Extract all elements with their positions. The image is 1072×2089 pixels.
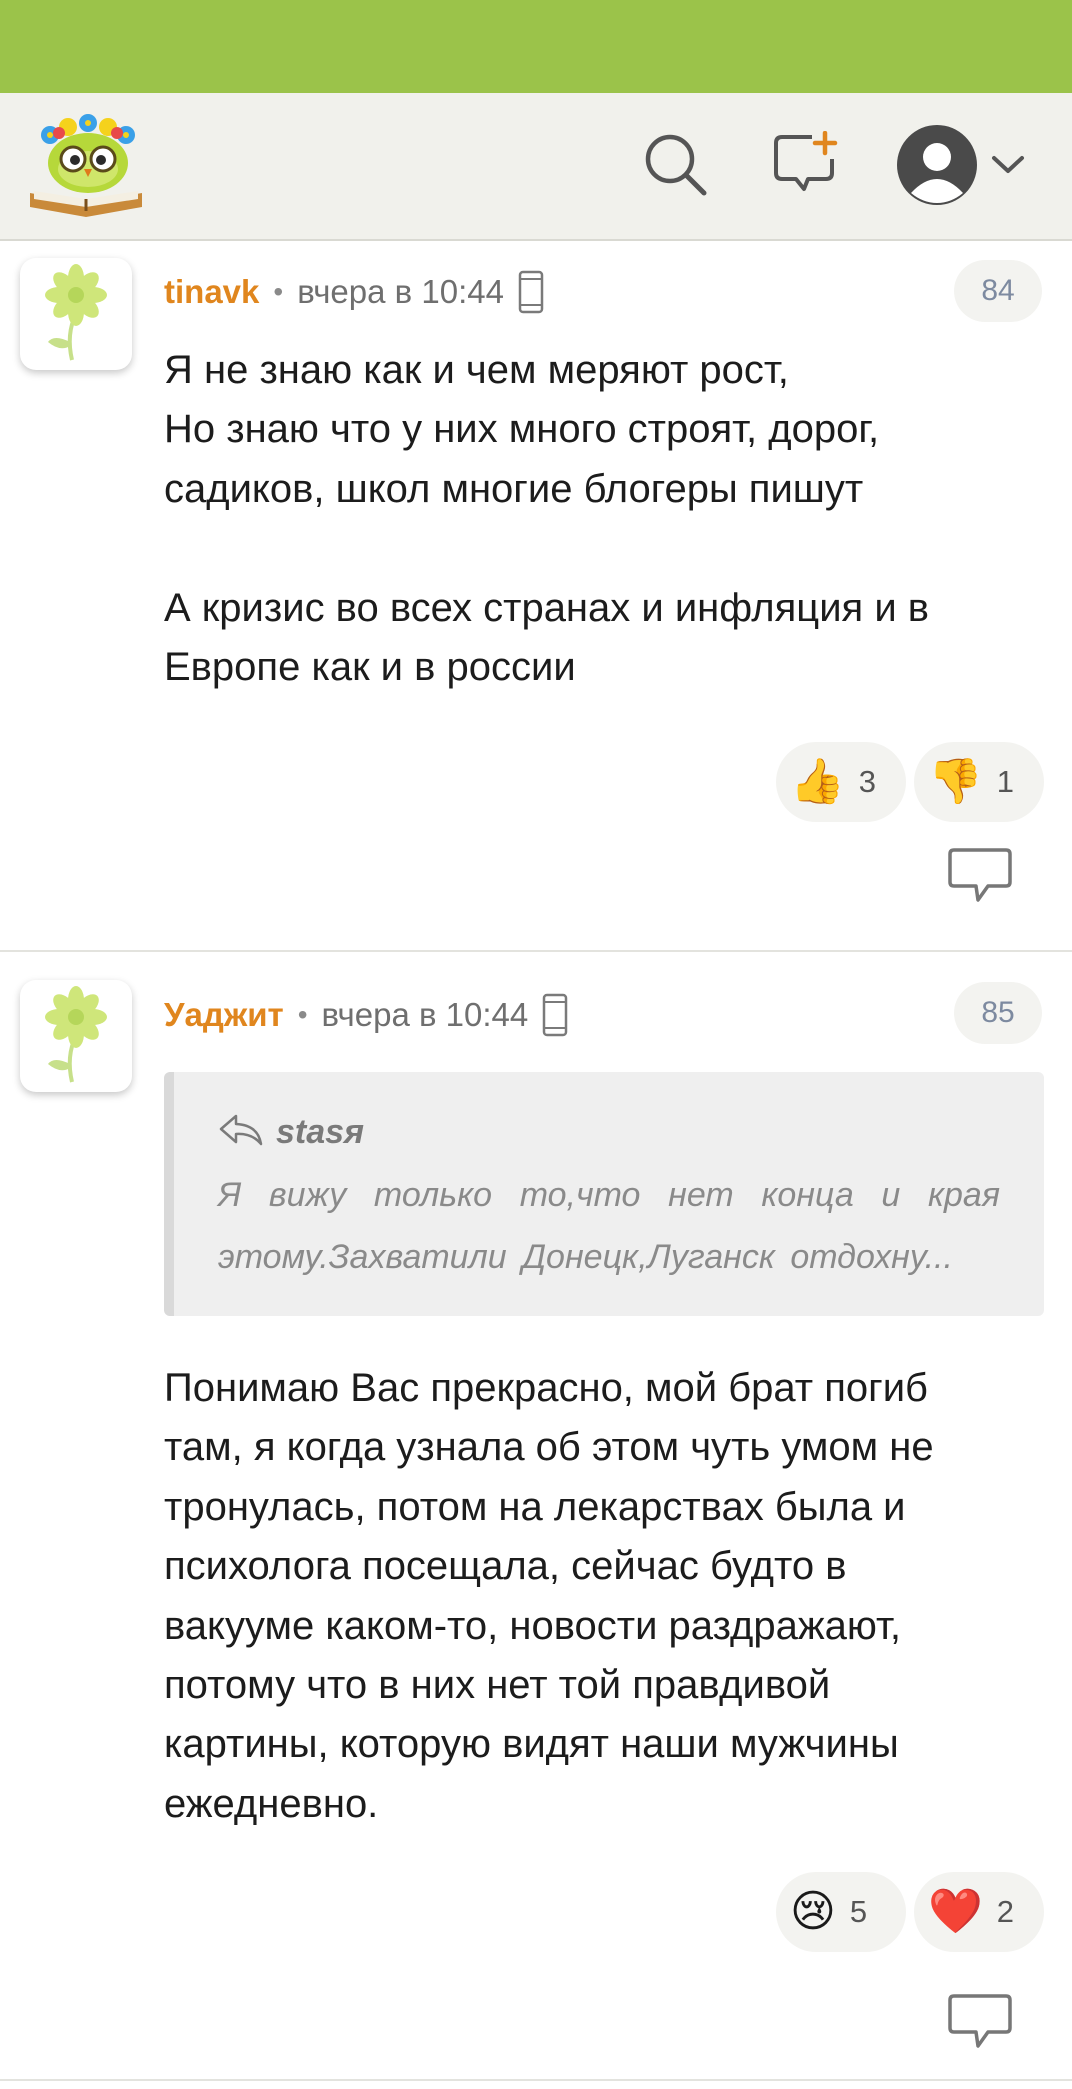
comment-number-badge[interactable]: 84 bbox=[954, 260, 1042, 322]
reaction-count: 5 bbox=[849, 1894, 868, 1929]
comment-meta: tinavk • вчера в 10:44 bbox=[164, 267, 544, 317]
comment-text: Я не знаю как и чем меряют рост, Но знаю… bbox=[164, 341, 1044, 697]
comment-text-line: А кризис во всех странах и инфляция и в bbox=[164, 585, 930, 630]
comment-text-line: Но знаю что у них много строят, дорог, bbox=[164, 407, 880, 452]
status-bar bbox=[0, 0, 1072, 93]
reaction-heart[interactable]: ❤️ 2 bbox=[914, 1872, 1044, 1952]
reaction-count: 1 bbox=[996, 764, 1015, 799]
crying-face-icon: 😢 bbox=[790, 1887, 836, 1936]
comment-text-line: садиков, школ многие блогеры пишут bbox=[164, 466, 864, 511]
reply-arrow-icon bbox=[218, 1113, 264, 1152]
chevron-down-icon bbox=[991, 155, 1025, 180]
quote-text-line: этому.Захватили Донецк,Луганск отдохну..… bbox=[218, 1238, 953, 1276]
avatar[interactable] bbox=[20, 258, 132, 370]
reaction-thumbs-up[interactable]: 👍 3 bbox=[776, 742, 906, 822]
comment: tinavk • вчера в 10:44 84 Я не знаю как … bbox=[0, 242, 1072, 952]
comment-text-line: ежедневно. bbox=[164, 1781, 379, 1826]
heart-icon: ❤️ bbox=[928, 1887, 983, 1936]
comment-meta: Уаджит • вчера в 10:44 bbox=[164, 990, 568, 1040]
comment: Уаджит • вчера в 10:44 85 stasя Я вижу т… bbox=[0, 954, 1072, 2081]
reaction-thumbs-down[interactable]: 👎 1 bbox=[914, 742, 1044, 822]
new-post-icon bbox=[772, 130, 840, 204]
quote-text: Я вижу только то,что нет конца и края эт… bbox=[218, 1164, 1000, 1288]
comment-text-line: тронулась, потом на лекарствах была и bbox=[164, 1484, 906, 1529]
timestamp: вчера в 10:44 bbox=[297, 273, 504, 310]
thumbs-up-icon: 👍 bbox=[790, 757, 845, 806]
meta-separator: • bbox=[297, 999, 308, 1030]
user-avatar-icon bbox=[895, 123, 979, 212]
avatar[interactable] bbox=[20, 980, 132, 1092]
author-name[interactable]: Уаджит bbox=[164, 996, 284, 1034]
phone-icon bbox=[518, 270, 544, 314]
search-icon bbox=[642, 131, 710, 204]
reply-bubble-icon bbox=[948, 1994, 1012, 2054]
quoted-comment[interactable]: stasя Я вижу только то,что нет конца и к… bbox=[164, 1072, 1044, 1316]
comment-text-line: Я не знаю как и чем меряют рост, bbox=[164, 348, 789, 392]
meta-separator: • bbox=[273, 276, 284, 307]
phone-icon bbox=[542, 993, 568, 1037]
search-button[interactable] bbox=[636, 127, 716, 207]
comment-text-line bbox=[164, 519, 1044, 578]
owl-with-flowers-on-book-logo[interactable] bbox=[26, 111, 150, 223]
author-name[interactable]: tinavk bbox=[164, 273, 259, 311]
reply-button[interactable] bbox=[948, 846, 1012, 904]
comment-text-line: потому что в них нет той правдивой bbox=[164, 1663, 831, 1708]
profile-menu-button[interactable] bbox=[890, 119, 1030, 215]
comment-text: Понимаю Вас прекрасно, мой брат погиб та… bbox=[164, 1359, 1044, 1834]
comment-text-line: психолога посещала, сейчас будто в bbox=[164, 1544, 847, 1589]
flower-avatar-icon bbox=[36, 984, 116, 1089]
new-post-button[interactable] bbox=[766, 127, 846, 207]
app-header bbox=[0, 93, 1072, 241]
quote-author[interactable]: stasя bbox=[276, 1113, 364, 1152]
comment-text-line: вакууме каком-то, новости раздражают, bbox=[164, 1603, 902, 1648]
reply-button[interactable] bbox=[948, 1992, 1012, 2050]
comment-text-line: картины, которую видят наши мужчины bbox=[164, 1722, 899, 1767]
thumbs-down-icon: 👎 bbox=[928, 757, 983, 806]
reply-bubble-icon bbox=[948, 848, 1012, 908]
comment-text-line: Понимаю Вас прекрасно, мой брат погиб bbox=[164, 1366, 928, 1410]
comment-text-line: Европе как и в россии bbox=[164, 645, 576, 690]
reaction-count: 3 bbox=[858, 764, 877, 799]
comment-number-badge[interactable]: 85 bbox=[954, 982, 1042, 1044]
flower-avatar-icon bbox=[36, 262, 116, 367]
quote-text-line: Я вижу только то,что нет конца и края bbox=[218, 1176, 1000, 1214]
timestamp: вчера в 10:44 bbox=[321, 996, 529, 1033]
reaction-crying[interactable]: 😢 5 bbox=[776, 1872, 906, 1952]
comment-text-line: там, я когда узнала об этом чуть умом не bbox=[164, 1425, 934, 1470]
reaction-count: 2 bbox=[996, 1894, 1015, 1929]
quote-header: stasя bbox=[218, 1108, 1000, 1156]
